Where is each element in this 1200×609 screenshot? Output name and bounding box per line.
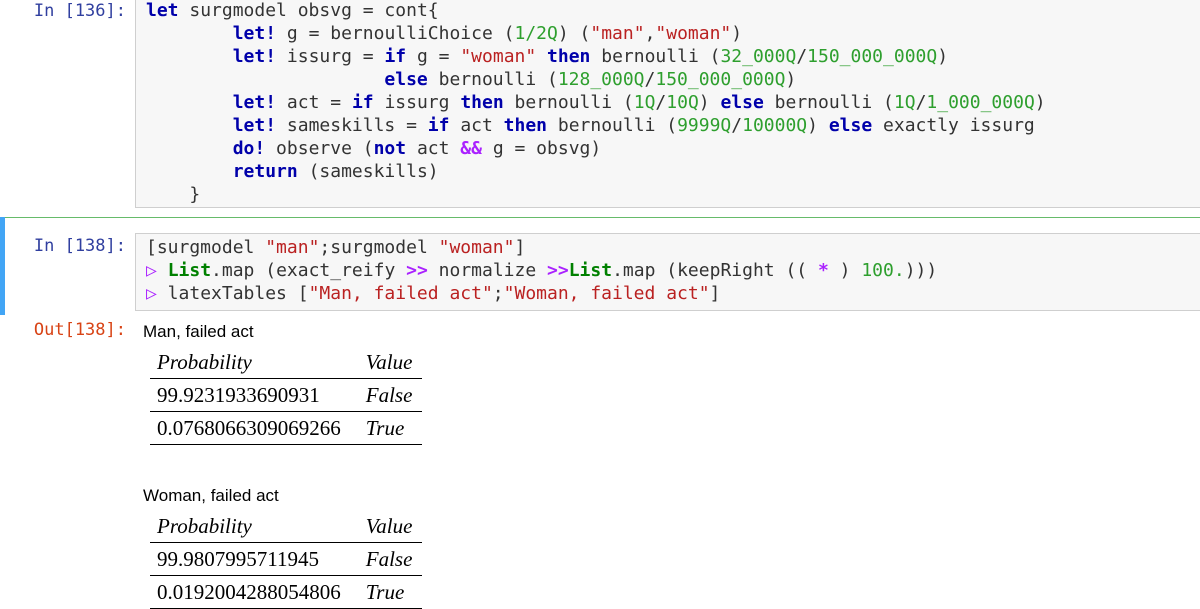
code-cell-136[interactable]: In [136]: let surgmodel obsvg = cont{ le… [0, 0, 1200, 210]
result-table-woman: Probability Value 99.9807995711945 False… [150, 510, 423, 609]
input-prompt: In [138]: [33, 236, 126, 256]
table-header-row: Probability Value [150, 510, 423, 543]
code-line: ▷ latexTables ["Man, failed act";"Woman,… [146, 283, 721, 304]
code-editor[interactable]: [surgmodel "man";surgmodel "woman"] ▷ Li… [135, 233, 1200, 311]
table-row: 0.0768066309069266 True [150, 411, 423, 445]
code-line: let! g = bernoulliChoice (1/2Q) ("man","… [232, 23, 743, 44]
table-header-row: Probability Value [150, 346, 423, 379]
code-editor[interactable]: let surgmodel obsvg = cont{ let! g = ber… [135, 0, 1200, 208]
probability-cell: 0.0768066309069266 [150, 411, 348, 445]
code-line: let surgmodel obsvg = cont{ [146, 0, 439, 21]
code-line: ▷ List.map (exact_reify >> normalize >>L… [146, 260, 938, 281]
probability-cell: 99.9807995711945 [150, 542, 348, 576]
table-row: 99.9807995711945 False [150, 542, 423, 576]
table-title: Woman, failed act [143, 486, 279, 505]
selected-cell-border [5, 217, 1200, 218]
code-line: let! act = if issurg then bernoulli (1Q/… [232, 92, 1046, 113]
output-area: Man, failed act Probability Value 99.923… [143, 321, 423, 609]
table-title: Man, failed act [143, 322, 254, 341]
value-cell: False [347, 378, 423, 412]
value-cell: True [347, 575, 423, 609]
output-prompt: Out[138]: [33, 320, 126, 340]
code-line: [surgmodel "man";surgmodel "woman"] [146, 237, 526, 258]
code-cell-138[interactable]: In [138]: [surgmodel "man";surgmodel "wo… [0, 233, 1200, 313]
column-header-value: Value [347, 346, 423, 379]
code-line: let! sameskills = if act then bernoulli … [232, 115, 1035, 136]
result-table-man: Probability Value 99.9231933690931 False… [150, 346, 423, 445]
input-prompt: In [136]: [33, 1, 126, 21]
probability-cell: 0.0192004288054806 [150, 575, 348, 609]
code-line: return (sameskills) [232, 161, 439, 182]
table-row: 99.9231933690931 False [150, 378, 423, 412]
probability-cell: 99.9231933690931 [150, 378, 348, 412]
code-line: do! observe (not act && g = obsvg) [232, 138, 602, 159]
column-header-probability: Probability [150, 346, 348, 379]
code-line: let! issurg = if g = "woman" then bernou… [232, 46, 949, 67]
value-cell: True [347, 411, 423, 445]
code-line: else bernoulli (128_000Q/150_000_000Q) [384, 69, 797, 90]
code-block: [surgmodel "man";surgmodel "woman"] ▷ Li… [136, 234, 1200, 305]
code-line: } [146, 184, 201, 205]
code-block: let surgmodel obsvg = cont{ let! g = ber… [136, 0, 1200, 206]
column-header-probability: Probability [150, 510, 348, 543]
value-cell: False [347, 542, 423, 576]
table-row: 0.0192004288054806 True [150, 575, 423, 609]
column-header-value: Value [347, 510, 423, 543]
